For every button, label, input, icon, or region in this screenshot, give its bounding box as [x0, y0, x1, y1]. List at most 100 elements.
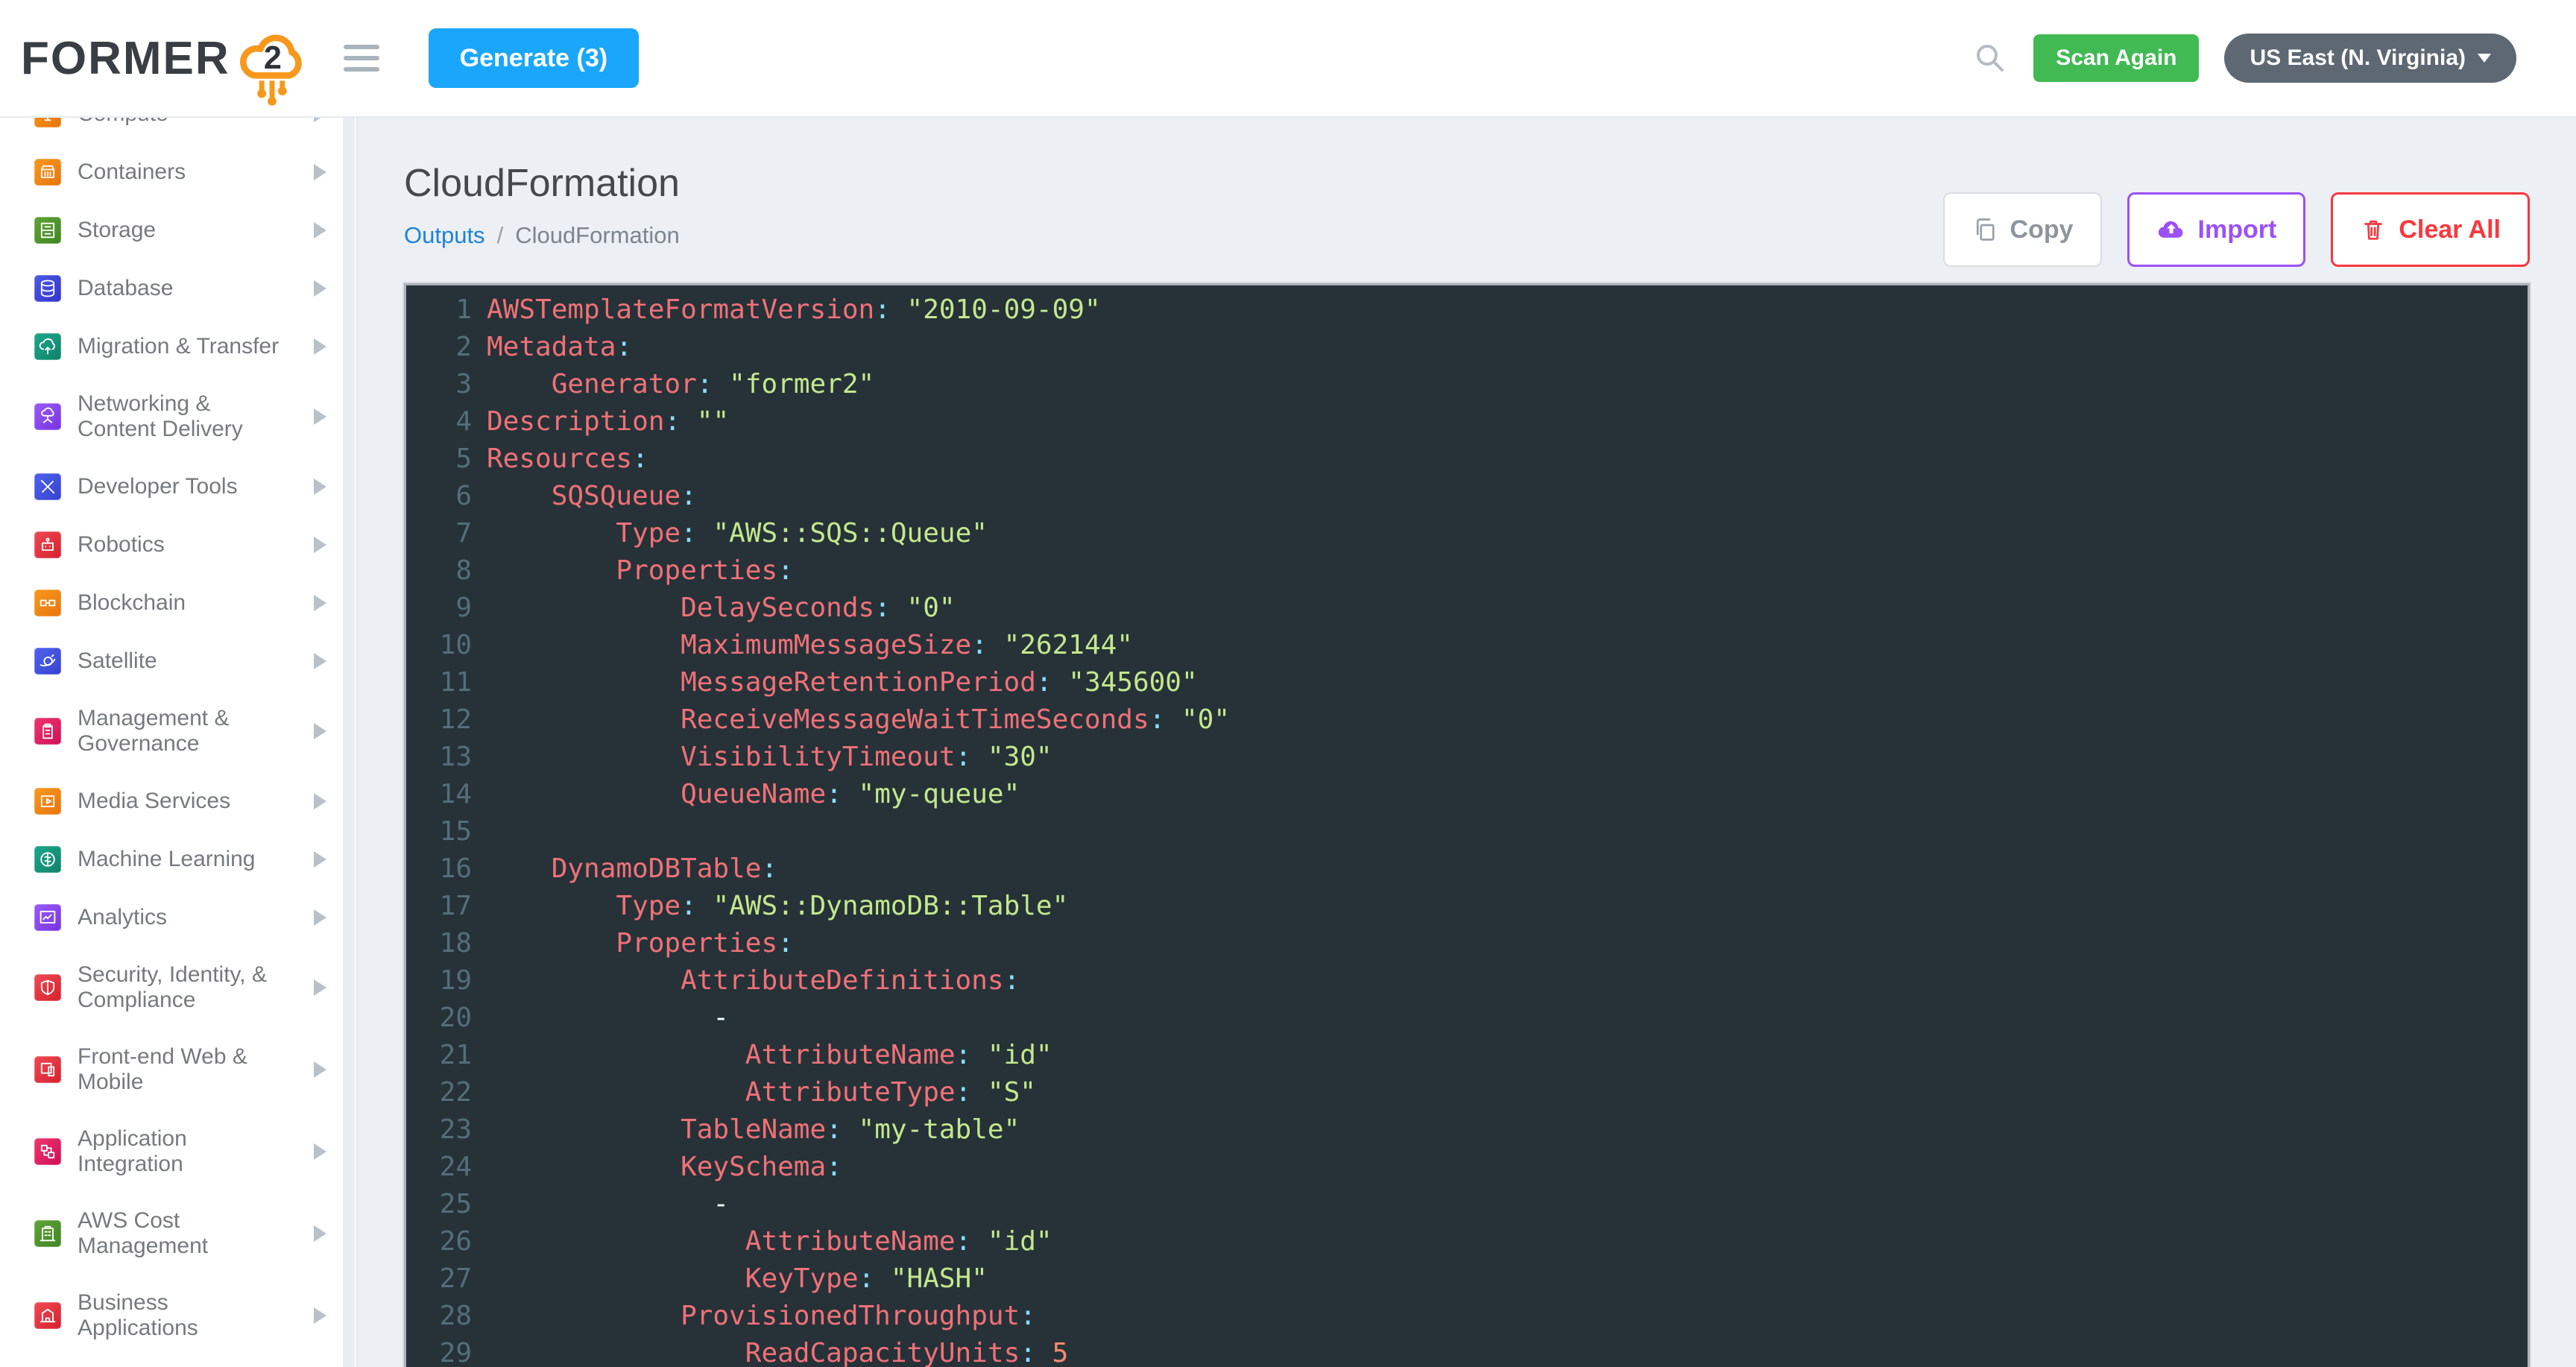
chevron-right-icon: [314, 118, 326, 122]
machine-learning-icon: [34, 846, 61, 873]
caret-down-icon: [2478, 54, 2491, 63]
sidebar-item-machine-learning[interactable]: Machine Learning: [0, 830, 356, 888]
former2-logo-number: 2: [264, 40, 282, 76]
sidebar-item-compute[interactable]: Compute: [0, 118, 356, 143]
sidebar-item-security-identity-compliance[interactable]: Security, Identity, & Compliance: [0, 947, 356, 1029]
sidebar-item-label: Storage: [78, 218, 305, 243]
sidebar-item-networking-content-delivery[interactable]: Networking & Content Delivery: [0, 376, 356, 458]
sidebar-item-label: Blockchain: [78, 590, 305, 616]
output-toolbar: Copy Import Clear All: [1943, 192, 2530, 267]
import-button[interactable]: Import: [2127, 192, 2306, 267]
main-content: CloudFormation Outputs/CloudFormation Co…: [358, 118, 2576, 1367]
sidebar-item-developer-tools[interactable]: Developer Tools: [0, 458, 356, 516]
sidebar-item-migration-transfer[interactable]: Migration & Transfer: [0, 318, 356, 376]
line-number: 22: [406, 1074, 472, 1111]
code-line: 6SQSQueue:: [406, 478, 2528, 515]
sidebar-item-application-integration[interactable]: Application Integration: [0, 1111, 356, 1193]
former2-logo[interactable]: FORMER 2: [21, 6, 311, 110]
sidebar-item-label: Robotics: [78, 532, 305, 558]
management-governance-icon: [34, 718, 61, 745]
containers-icon: [34, 159, 61, 186]
sidebar-item-label: Machine Learning: [78, 847, 305, 872]
code-line: 23TableName: "my-table": [406, 1111, 2528, 1149]
line-number: 17: [406, 888, 472, 925]
sidebar-item-satellite[interactable]: Satellite: [0, 632, 356, 690]
code-editor[interactable]: 1AWSTemplateFormatVersion: "2010-09-09"2…: [404, 283, 2530, 1367]
networking-content-delivery-icon: [34, 403, 61, 430]
line-number: 9: [406, 590, 472, 627]
code-line: 3Generator: "former2": [406, 366, 2528, 403]
sidebar-item-label: Containers: [78, 160, 305, 185]
sidebar-item-blockchain[interactable]: Blockchain: [0, 574, 356, 632]
business-applications-icon: [34, 1302, 61, 1329]
code-line: 11MessageRetentionPeriod: "345600": [406, 664, 2528, 701]
region-label: US East (N. Virginia): [2250, 45, 2466, 71]
chevron-right-icon: [314, 653, 326, 669]
code-line: 29ReadCapacityUnits: 5: [406, 1335, 2528, 1367]
line-number: 6: [406, 478, 472, 515]
menu-toggle-icon[interactable]: [344, 45, 379, 72]
line-number: 3: [406, 366, 472, 403]
front-end-web-mobile-icon: [34, 1056, 61, 1083]
clear-all-button[interactable]: Clear All: [2331, 192, 2530, 267]
sidebar-item-end-user-computing[interactable]: End User Computing: [0, 1357, 356, 1367]
sidebar-item-label: Application Integration: [78, 1126, 305, 1177]
sidebar-item-front-end-web-mobile[interactable]: Front-end Web & Mobile: [0, 1029, 356, 1111]
sidebar-item-label: Business Applications: [78, 1290, 305, 1341]
sidebar-item-management-governance[interactable]: Management & Governance: [0, 690, 356, 772]
code-line: 16DynamoDBTable:: [406, 850, 2528, 888]
chevron-right-icon: [314, 909, 326, 926]
code-line: 13VisibilityTimeout: "30": [406, 739, 2528, 776]
sidebar-item-business-applications[interactable]: Business Applications: [0, 1275, 356, 1357]
chevron-right-icon: [314, 851, 326, 868]
sidebar-item-robotics[interactable]: Robotics: [0, 516, 356, 574]
code-line: 26AttributeName: "id": [406, 1223, 2528, 1260]
code-line: 2Metadata:: [406, 329, 2528, 366]
breadcrumb-link-outputs[interactable]: Outputs: [404, 222, 485, 248]
copy-button[interactable]: Copy: [1943, 192, 2102, 267]
database-icon: [34, 275, 61, 302]
generate-button[interactable]: Generate (3): [429, 28, 639, 88]
scan-again-button[interactable]: Scan Again: [2033, 34, 2199, 82]
line-number: 15: [406, 813, 472, 850]
code-line: 20-: [406, 1000, 2528, 1037]
chevron-right-icon: [314, 408, 326, 425]
sidebar-item-analytics[interactable]: Analytics: [0, 888, 356, 947]
line-number: 27: [406, 1260, 472, 1298]
breadcrumb-current: CloudFormation: [515, 222, 680, 248]
line-number: 23: [406, 1111, 472, 1149]
code-line: 15: [406, 813, 2528, 850]
sidebar-item-label: Analytics: [78, 905, 305, 930]
sidebar-item-label: Front-end Web & Mobile: [78, 1044, 305, 1095]
sidebar: Compute Containers Storage Database Migr…: [0, 118, 358, 1367]
clear-all-button-label: Clear All: [2399, 215, 2501, 244]
sidebar-item-label: Migration & Transfer: [78, 334, 305, 359]
sidebar-item-media-services[interactable]: Media Services: [0, 772, 356, 830]
sidebar-item-storage[interactable]: Storage: [0, 201, 356, 259]
developer-tools-icon: [34, 473, 61, 500]
line-number: 4: [406, 403, 472, 441]
sidebar-item-containers[interactable]: Containers: [0, 143, 356, 201]
line-number: 21: [406, 1037, 472, 1074]
chevron-right-icon: [314, 164, 326, 180]
code-line: 22AttributeType: "S": [406, 1074, 2528, 1111]
line-number: 11: [406, 664, 472, 701]
sidebar-item-database[interactable]: Database: [0, 259, 356, 318]
trash-icon: [2360, 216, 2387, 243]
region-selector[interactable]: US East (N. Virginia): [2224, 34, 2516, 83]
search-icon[interactable]: [1972, 40, 2008, 76]
code-line: 14QueueName: "my-queue": [406, 776, 2528, 813]
sidebar-item-label: Media Services: [78, 789, 305, 814]
storage-icon: [34, 217, 61, 244]
breadcrumb-separator: /: [497, 222, 504, 248]
line-number: 24: [406, 1149, 472, 1186]
chevron-right-icon: [314, 1061, 326, 1078]
code-line: 12ReceiveMessageWaitTimeSeconds: "0": [406, 701, 2528, 739]
sidebar-scrollbar[interactable]: [343, 118, 355, 1367]
line-number: 18: [406, 925, 472, 962]
sidebar-item-aws-cost-management[interactable]: AWS Cost Management: [0, 1193, 356, 1275]
line-number: 2: [406, 329, 472, 366]
media-services-icon: [34, 788, 61, 815]
code-line: 9DelaySeconds: "0": [406, 590, 2528, 627]
code-line: 27KeyType: "HASH": [406, 1260, 2528, 1298]
